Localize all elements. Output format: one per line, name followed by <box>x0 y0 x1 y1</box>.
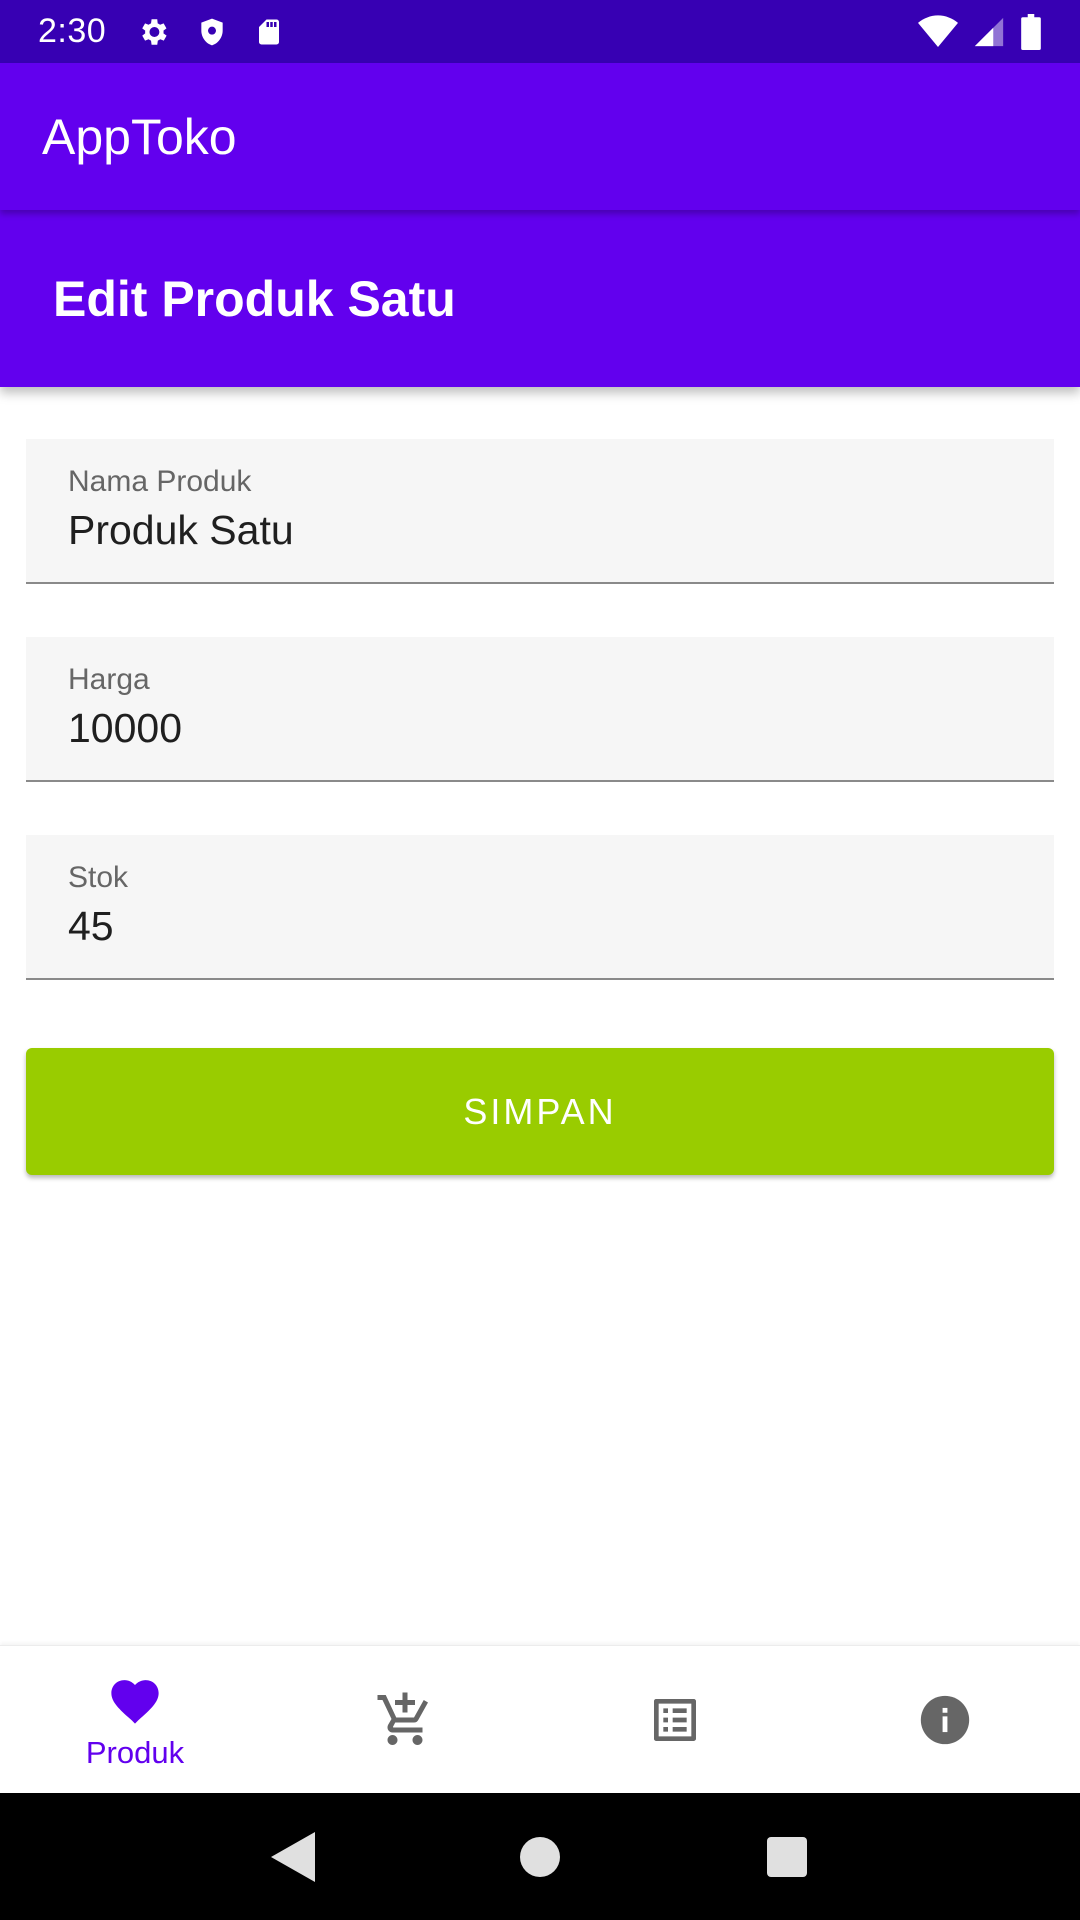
shield-icon <box>196 15 228 49</box>
screen: 2:30 AppToko Edit Produk Satu Nama Produ… <box>0 0 1080 1920</box>
save-button[interactable]: SIMPAN <box>26 1048 1054 1175</box>
price-field[interactable]: Harga <box>26 637 1054 782</box>
stock-label: Stok <box>68 861 129 894</box>
back-icon[interactable] <box>263 1827 323 1887</box>
recents-icon[interactable] <box>757 1827 817 1887</box>
nav-item-info[interactable] <box>810 1646 1080 1793</box>
app-title: AppToko <box>42 108 237 165</box>
page-header: Edit Produk Satu <box>0 210 1080 387</box>
status-time: 2:30 <box>38 12 107 50</box>
stock-field[interactable]: Stok <box>26 835 1054 980</box>
nav-label-produk: Produk <box>85 1734 185 1770</box>
heart-icon <box>105 1669 165 1729</box>
nav-item-list[interactable] <box>540 1646 810 1793</box>
info-icon <box>915 1690 975 1750</box>
nav-item-add-to-cart[interactable] <box>270 1646 540 1793</box>
status-bar: 2:30 <box>0 0 1080 63</box>
add-to-cart-icon <box>375 1690 435 1750</box>
product-name-label: Nama Produk <box>68 465 252 498</box>
system-navigation-bar <box>0 1793 1080 1920</box>
status-icons-left <box>136 15 284 49</box>
price-label: Harga <box>68 663 150 696</box>
stock-input[interactable] <box>68 903 1008 950</box>
status-icons-right <box>918 13 1042 50</box>
price-input[interactable] <box>68 705 1008 752</box>
nav-item-produk[interactable]: Produk <box>0 1646 270 1793</box>
cell-signal-icon <box>972 15 1006 49</box>
list-icon <box>645 1690 705 1750</box>
wifi-icon <box>918 14 958 49</box>
bottom-navigation: Produk <box>0 1645 1080 1793</box>
sd-card-icon <box>254 15 284 49</box>
home-icon[interactable] <box>510 1827 570 1887</box>
app-bar: AppToko <box>0 63 1080 210</box>
battery-icon <box>1020 13 1042 50</box>
settings-icon <box>136 15 170 49</box>
product-name-field[interactable]: Nama Produk <box>26 439 1054 584</box>
product-name-input[interactable] <box>68 507 1008 554</box>
page-title: Edit Produk Satu <box>53 270 456 327</box>
